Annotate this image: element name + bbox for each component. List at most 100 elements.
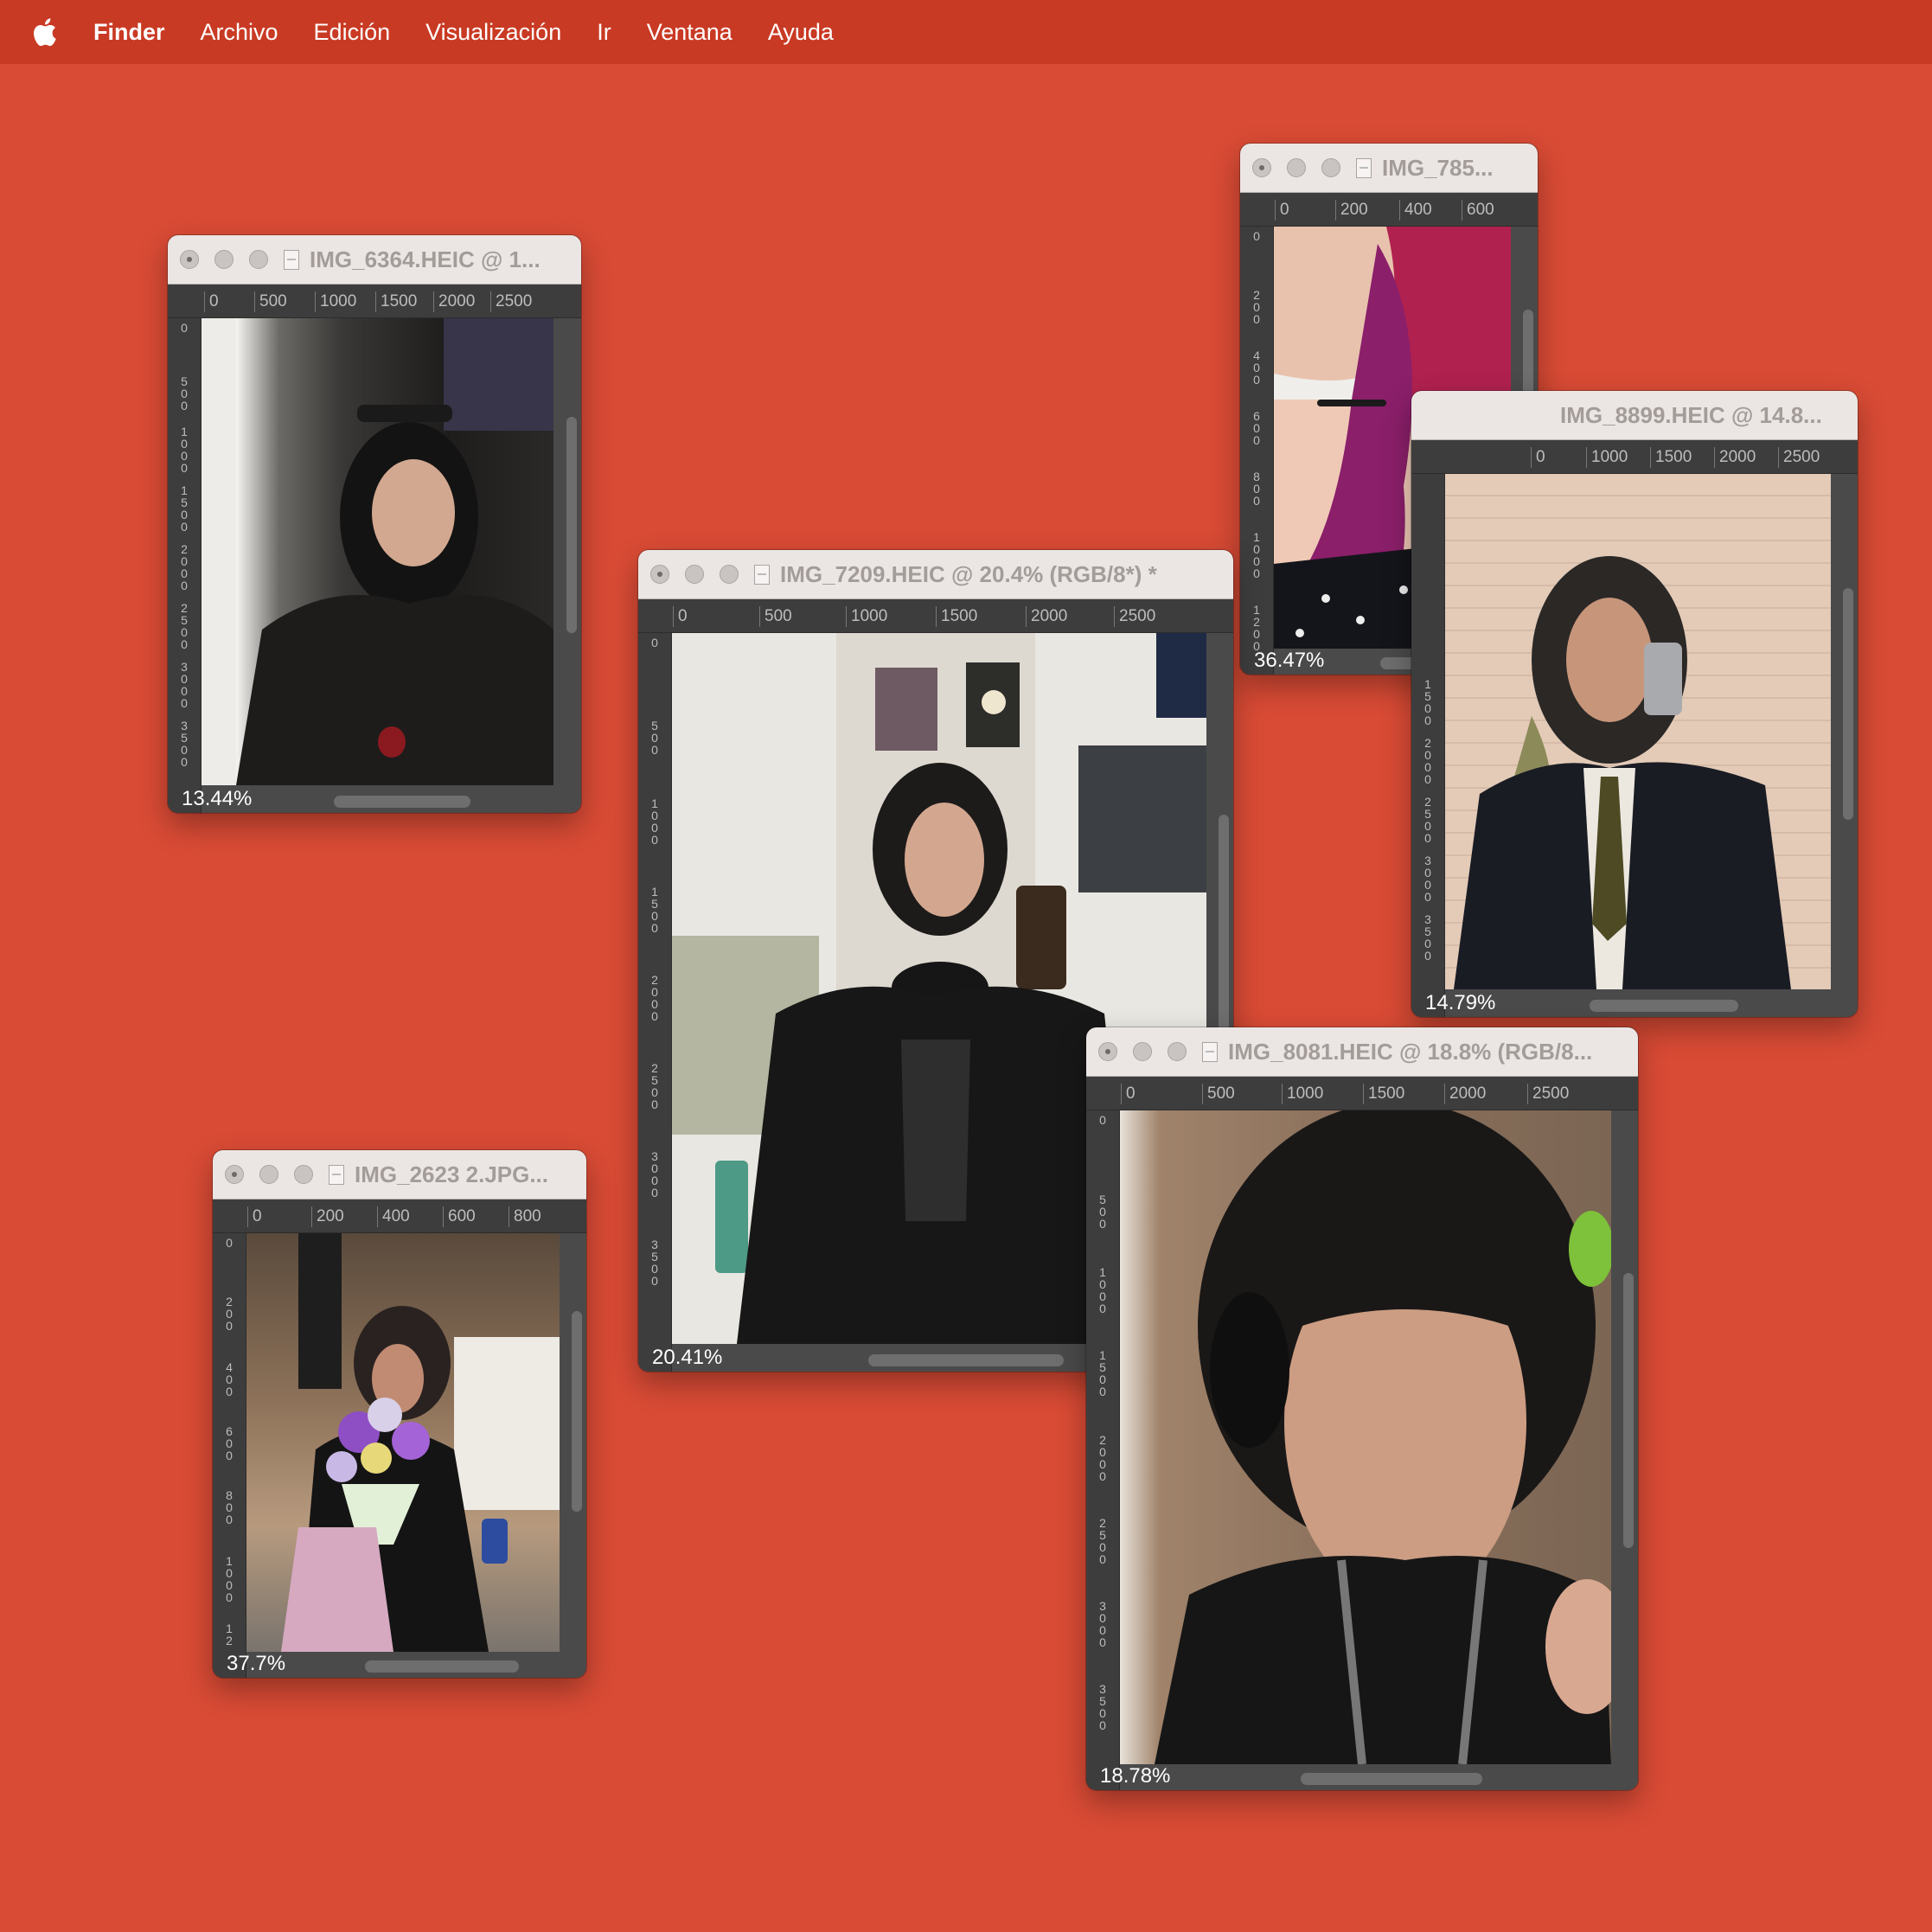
photo-canvas[interactable] <box>1445 474 1831 989</box>
minimize-button[interactable] <box>259 1165 278 1184</box>
window-title: IMG_7209.HEIC @ 20.4% (RGB/8*) * <box>780 560 1157 587</box>
zoom-level[interactable]: 18.78% <box>1100 1764 1170 1788</box>
window-title: IMG_8899.HEIC @ 14.8... <box>1560 401 1822 428</box>
ruler-tick-label: 4 0 0 <box>1253 349 1260 387</box>
ruler-tick-label: 1 2 0 0 <box>1253 603 1260 653</box>
image-window-img-8081[interactable]: IMG_8081.HEIC @ 18.8% (RGB/8... 0 500 10… <box>1086 1027 1638 1790</box>
ruler-tick-label: 2500 <box>1778 447 1820 468</box>
vertical-scrollbar[interactable] <box>566 417 577 633</box>
close-button[interactable] <box>1252 158 1271 177</box>
menu-ventana[interactable]: Ventana <box>647 19 732 46</box>
ruler-tick-label: 3 5 0 0 <box>181 719 188 769</box>
close-button[interactable] <box>1098 1042 1117 1061</box>
ruler-tick-label: 2 5 0 0 <box>1099 1516 1106 1566</box>
zoom-level[interactable]: 13.44% <box>182 787 252 811</box>
zoom-button[interactable] <box>249 250 268 269</box>
window-titlebar[interactable]: IMG_785... <box>1240 144 1538 193</box>
ruler-tick-label: 1000 <box>846 606 887 627</box>
ruler-tick-label: 2 0 0 0 <box>1424 736 1431 786</box>
image-window-img-6364[interactable]: IMG_6364.HEIC @ 1... 0 500 1000 1500 200… <box>168 235 581 813</box>
ruler-tick-label: 1500 <box>375 291 417 312</box>
menu-archivo[interactable]: Archivo <box>201 19 278 46</box>
ruler-tick-label: 600 <box>443 1206 476 1227</box>
horizontal-ruler[interactable]: 0 500 1000 1500 2000 2500 <box>168 285 581 318</box>
horizontal-scrollbar[interactable] <box>1301 1773 1482 1785</box>
minimize-button[interactable] <box>214 250 234 269</box>
vertical-ruler[interactable]: 0 2 0 0 4 0 0 6 0 0 8 0 0 1 0 0 0 1 2 <box>213 1233 246 1678</box>
ruler-tick-label: 2500 <box>490 291 532 312</box>
ruler-tick-label: 1000 <box>1282 1084 1323 1104</box>
zoom-level[interactable]: 20.41% <box>652 1346 722 1370</box>
horizontal-scrollbar[interactable] <box>365 1660 519 1673</box>
menu-bar: Finder Archivo Edición Visualización Ir … <box>0 0 1932 64</box>
ruler-tick-label: 3 0 0 0 <box>1099 1599 1106 1649</box>
ruler-tick-label: 0 <box>247 1206 262 1227</box>
document-icon <box>754 564 770 585</box>
vertical-scrollbar[interactable] <box>572 1311 582 1512</box>
horizontal-scrollbar[interactable] <box>334 796 470 808</box>
menu-visualizacion[interactable]: Visualización <box>425 19 561 46</box>
window-titlebar[interactable]: IMG_8081.HEIC @ 18.8% (RGB/8... <box>1086 1027 1638 1077</box>
ruler-tick-label: 4 0 0 <box>226 1360 233 1398</box>
vertical-ruler[interactable]: 0 2 0 0 4 0 0 6 0 0 8 0 0 1 0 0 0 1 2 0 … <box>1240 227 1274 675</box>
window-titlebar[interactable]: IMG_7209.HEIC @ 20.4% (RGB/8*) * <box>638 550 1233 599</box>
horizontal-ruler[interactable]: 0 500 1000 1500 2000 2500 <box>1086 1077 1638 1110</box>
ruler-tick-label: 400 <box>377 1206 410 1227</box>
vertical-ruler[interactable]: 0 5 0 0 1 0 0 0 1 5 0 0 2 0 0 0 2 5 0 0 … <box>168 318 202 813</box>
ruler-tick-label: 3 5 0 0 <box>1099 1682 1106 1732</box>
minimize-button[interactable] <box>685 565 704 584</box>
zoom-button[interactable] <box>720 565 739 584</box>
minimize-button[interactable] <box>1287 158 1306 177</box>
ruler-tick-label: 0 <box>651 636 658 649</box>
horizontal-scrollbar[interactable] <box>868 1354 1064 1366</box>
ruler-tick-label: 1 5 0 0 <box>651 885 658 935</box>
ruler-tick-label: 1 5 0 0 <box>1099 1348 1106 1398</box>
menu-ayuda[interactable]: Ayuda <box>768 19 834 46</box>
horizontal-ruler[interactable]: 0 1000 1500 2000 2500 <box>1411 440 1858 474</box>
vertical-ruler[interactable]: 1 5 0 0 2 0 0 0 2 5 0 0 3 0 0 0 3 5 0 0 <box>1411 474 1445 1017</box>
ruler-tick-label: 2000 <box>433 291 475 312</box>
photo-suit-mirror-selfie <box>1454 556 1791 989</box>
ruler-tick-label: 0 <box>1253 229 1260 243</box>
ruler-tick-label: 2 0 0 0 <box>651 973 658 1023</box>
menu-app-finder[interactable]: Finder <box>93 19 165 46</box>
ruler-tick-label: 2 5 0 0 <box>181 601 188 651</box>
zoom-level[interactable]: 14.79% <box>1425 991 1495 1015</box>
zoom-level[interactable]: 36.47% <box>1254 649 1324 673</box>
horizontal-scrollbar[interactable] <box>1590 1000 1738 1012</box>
image-window-img-8899[interactable]: IMG_8899.HEIC @ 14.8... 0 1000 1500 2000… <box>1411 391 1858 1017</box>
window-titlebar[interactable]: IMG_8899.HEIC @ 14.8... <box>1411 391 1858 440</box>
ruler-tick-label: 0 <box>226 1236 233 1250</box>
zoom-level[interactable]: 37.7% <box>227 1652 285 1676</box>
zoom-button[interactable] <box>1168 1042 1187 1061</box>
horizontal-ruler[interactable]: 0 200 400 600 <box>1240 193 1538 227</box>
apple-logo-icon[interactable] <box>31 15 61 49</box>
horizontal-ruler[interactable]: 0 200 400 600 800 <box>213 1200 586 1233</box>
close-button[interactable] <box>180 250 199 269</box>
ruler-tick-label: 400 <box>1399 200 1432 221</box>
vertical-scrollbar[interactable] <box>1623 1273 1634 1548</box>
close-button[interactable] <box>650 565 669 584</box>
vertical-scrollbar[interactable] <box>1843 588 1853 820</box>
vertical-ruler[interactable]: 0 5 0 0 1 0 0 0 1 5 0 0 2 0 0 0 2 5 0 0 … <box>1086 1110 1120 1790</box>
image-window-img-2623[interactable]: IMG_2623 2.JPG... 0 200 400 600 800 0 2 … <box>213 1150 586 1678</box>
window-titlebar[interactable]: IMG_2623 2.JPG... <box>213 1150 586 1200</box>
zoom-button[interactable] <box>294 1165 313 1184</box>
ruler-tick-label: 3 5 0 0 <box>651 1238 658 1288</box>
photo-canvas[interactable] <box>1120 1110 1611 1764</box>
ruler-tick-label: 5 0 0 <box>181 374 188 413</box>
status-bar: 37.7% <box>213 1652 586 1678</box>
minimize-button[interactable] <box>1133 1042 1152 1061</box>
document-icon <box>1356 157 1372 178</box>
vertical-ruler[interactable]: 0 5 0 0 1 0 0 0 1 5 0 0 2 0 0 0 2 5 0 0 … <box>638 633 672 1372</box>
zoom-button[interactable] <box>1321 158 1340 177</box>
menu-ir[interactable]: Ir <box>597 19 611 46</box>
close-button[interactable] <box>225 1165 244 1184</box>
ruler-tick-label: 1 0 0 0 <box>651 796 658 847</box>
menu-edicion[interactable]: Edición <box>314 19 391 46</box>
window-titlebar[interactable]: IMG_6364.HEIC @ 1... <box>168 235 581 285</box>
horizontal-ruler[interactable]: 0 500 1000 1500 2000 2500 <box>638 599 1233 633</box>
photo-canvas[interactable] <box>202 318 553 785</box>
photo-canvas[interactable] <box>246 1233 560 1652</box>
ruler-tick-label: 5 0 0 <box>651 719 658 757</box>
